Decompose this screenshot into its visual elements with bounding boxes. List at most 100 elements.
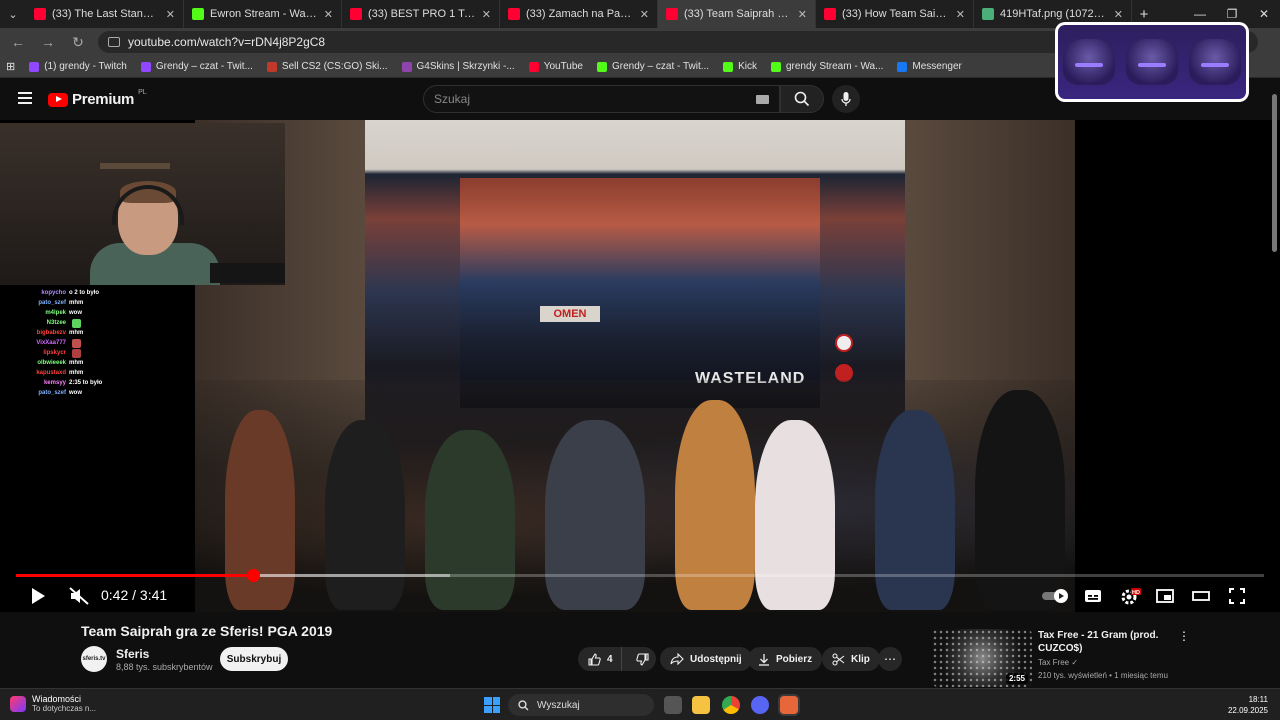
- bookmark-favicon-icon: [528, 61, 539, 72]
- subtitles-icon: [1085, 590, 1101, 602]
- site-info-icon[interactable]: [108, 37, 120, 47]
- dislike-button[interactable]: [628, 647, 657, 671]
- keyboard-icon[interactable]: [756, 94, 769, 104]
- tab-search-dropdown[interactable]: ⌄: [0, 0, 26, 28]
- search-icon: [794, 91, 810, 107]
- like-count: 4: [607, 653, 613, 665]
- browser-tab[interactable]: (33) How Team Saiprah Really Pl ✕: [816, 0, 974, 28]
- tab-close-icon[interactable]: ✕: [324, 8, 333, 21]
- search-input[interactable]: [434, 92, 756, 106]
- notification-widget[interactable]: Wiadomości To dotychczas n...: [10, 694, 96, 713]
- fullscreen-button[interactable]: [1226, 584, 1248, 608]
- tab-close-icon[interactable]: ✕: [482, 8, 491, 21]
- verified-icon: ✓: [1071, 658, 1079, 667]
- bookmark-item[interactable]: G4Skins | Skrzynki -...: [401, 61, 515, 72]
- browser-tab[interactable]: Ewron Stream - Watch Live on Kick ✕: [184, 0, 342, 28]
- settings-button[interactable]: HD: [1118, 584, 1142, 608]
- file-explorer-icon[interactable]: [692, 696, 710, 714]
- mute-button[interactable]: [66, 584, 92, 608]
- subscribe-button[interactable]: Subskrybuj: [220, 647, 288, 671]
- clip-button[interactable]: Klip: [822, 647, 880, 671]
- youtube-premium-logo[interactable]: Premium PL: [48, 89, 147, 108]
- bookmark-item[interactable]: Grendy – czat - Twit...: [596, 61, 709, 72]
- share-button[interactable]: Udostępnij: [660, 647, 752, 671]
- close-window-button[interactable]: ✕: [1248, 0, 1280, 28]
- share-label: Udostępnij: [690, 653, 742, 665]
- browser-tab[interactable]: (33) Zamach na Papieża - YouTube ✕: [500, 0, 658, 28]
- search-button[interactable]: [780, 85, 824, 113]
- chat-username: pato_szef: [38, 300, 66, 306]
- bookmark-item[interactable]: Kick: [723, 61, 757, 72]
- chat-username: kemsyy: [43, 380, 66, 386]
- channel-name[interactable]: Sferis: [116, 647, 149, 661]
- tab-close-icon[interactable]: ✕: [166, 8, 175, 21]
- hamburger-menu-icon[interactable]: [18, 92, 32, 104]
- chat-text: mhm: [69, 300, 84, 306]
- no-entry-sign: [835, 334, 853, 352]
- browser-tab[interactable]: (33) BEST PRO 1 TAPS OF 2025 ✕: [342, 0, 500, 28]
- autoplay-toggle-icon: [1042, 589, 1068, 603]
- miniplayer-button[interactable]: [1154, 584, 1176, 608]
- reload-button[interactable]: ↻: [68, 34, 88, 51]
- thumbs-up-icon: [588, 652, 601, 666]
- windows-start-icon[interactable]: [484, 697, 500, 713]
- bookmark-favicon-icon: [723, 61, 734, 72]
- video-title: Team Saiprah gra ze Sferis! PGA 2019: [81, 623, 333, 639]
- play-button[interactable]: [26, 584, 50, 608]
- recommendation-channel[interactable]: Tax Free ✓: [1038, 658, 1078, 667]
- task-view-icon[interactable]: [664, 696, 682, 714]
- bookmark-favicon-icon: [596, 61, 607, 72]
- bookmark-item[interactable]: YouTube: [528, 61, 583, 72]
- progress-bar[interactable]: [16, 569, 1264, 582]
- tab-favicon-icon: [34, 8, 46, 20]
- bookmark-item[interactable]: Messenger: [897, 61, 962, 72]
- page-scrollbar[interactable]: [1270, 82, 1278, 688]
- theater-mode-button[interactable]: [1190, 584, 1212, 608]
- bookmark-item[interactable]: (1) grendy - Twitch: [29, 61, 127, 72]
- channel-avatar[interactable]: sferis.tv: [81, 646, 107, 672]
- chrome-icon[interactable]: [722, 696, 740, 714]
- chat-username: lipskycr: [43, 350, 66, 356]
- video-player[interactable]: OMEN WASTELAND kopycho o 2 to było pato_…: [0, 120, 1280, 612]
- discord-icon[interactable]: [751, 696, 769, 714]
- voice-search-button[interactable]: [832, 85, 860, 113]
- screen: ⌄ (33) The Last Stand: Alone Again✕Ewron…: [0, 0, 1280, 720]
- browser-tab[interactable]: (33) Team Saiprah gra ze Sferis ✕: [658, 0, 816, 28]
- chat-text: mhm: [69, 330, 84, 336]
- bookmark-item[interactable]: Sell CS2 (CS:GO) Ski...: [266, 61, 388, 72]
- autoplay-toggle[interactable]: [1040, 584, 1072, 608]
- tab-close-icon[interactable]: ✕: [798, 8, 807, 21]
- fullscreen-icon: [1229, 588, 1245, 604]
- download-icon: [759, 653, 769, 666]
- tab-close-icon[interactable]: ✕: [640, 8, 649, 21]
- more-actions-button[interactable]: ⋯: [878, 647, 902, 671]
- system-clock[interactable]: 18:11 22.09.2025: [1222, 694, 1268, 716]
- bookmark-favicon-icon: [140, 61, 151, 72]
- taskbar-search[interactable]: Wyszukaj: [508, 694, 654, 716]
- tab-close-icon[interactable]: ✕: [956, 8, 965, 21]
- tab-favicon-icon: [824, 8, 836, 20]
- tab-title: 419HTaf.png (1072×1440): [1000, 8, 1108, 20]
- scene-person: [675, 400, 755, 610]
- bookmark-item[interactable]: grendy Stream - Wa...: [770, 61, 883, 72]
- download-button[interactable]: Pobierz: [748, 647, 823, 671]
- chat-username: VixXaa777: [36, 340, 66, 346]
- subtitles-button[interactable]: [1082, 584, 1104, 608]
- recommendation-thumbnail[interactable]: 2:55: [932, 629, 1032, 687]
- browser-tab[interactable]: (33) The Last Stand: Alone Again ✕: [26, 0, 184, 28]
- bookmark-item[interactable]: Grendy – czat - Twit...: [140, 61, 253, 72]
- recommendation-menu-button[interactable]: ⋮: [1178, 629, 1190, 643]
- scene-person: [225, 410, 295, 610]
- like-button[interactable]: 4: [578, 647, 622, 671]
- tab-close-icon[interactable]: ✕: [1114, 8, 1123, 21]
- emote-image: [1188, 39, 1241, 85]
- forward-button[interactable]: →: [38, 34, 58, 50]
- apps-grid-icon[interactable]: ⊞: [6, 60, 15, 73]
- app-icon[interactable]: [780, 696, 798, 714]
- time-display: 0:42 / 3:41: [101, 587, 168, 603]
- scrollbar-thumb[interactable]: [1272, 94, 1277, 252]
- tab-favicon-icon: [508, 8, 520, 20]
- recommendation-title[interactable]: Tax Free - 21 Gram (prod. CUZCO$): [1038, 629, 1174, 655]
- back-button[interactable]: ←: [8, 34, 28, 50]
- bookmark-label: YouTube: [543, 61, 583, 72]
